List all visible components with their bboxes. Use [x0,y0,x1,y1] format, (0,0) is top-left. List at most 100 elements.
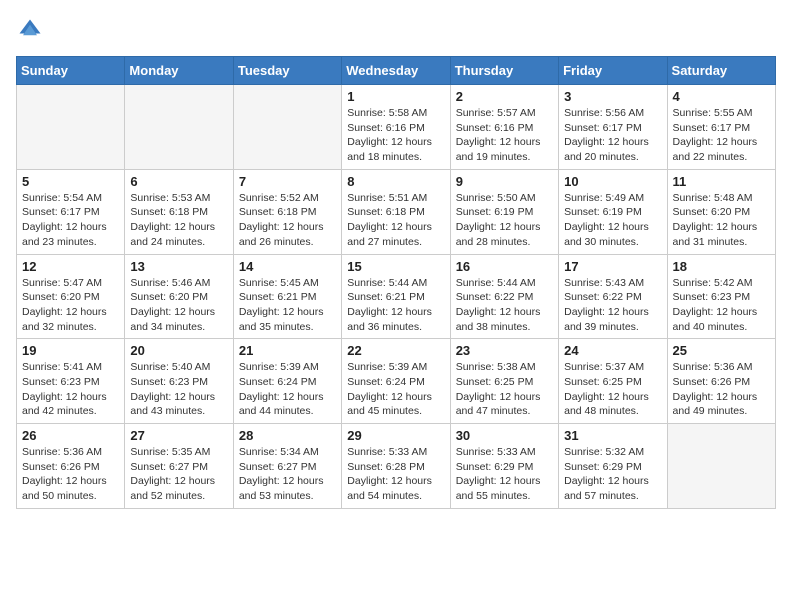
day-info: Sunrise: 5:46 AM Sunset: 6:20 PM Dayligh… [130,276,227,335]
calendar-week-row: 26 Sunrise: 5:36 AM Sunset: 6:26 PM Dayli… [17,424,776,509]
day-number: 9 [456,174,553,189]
day-info: Sunrise: 5:47 AM Sunset: 6:20 PM Dayligh… [22,276,119,335]
calendar-cell: 18Sunrise: 5:42 AM Sunset: 6:23 PM Dayli… [667,254,775,339]
calendar-header-saturday: Saturday [667,57,775,85]
day-info: Sunrise: 5:44 AM Sunset: 6:22 PM Dayligh… [456,276,553,335]
calendar-cell: 24 Sunrise: 5:37 AM Sunset: 6:25 PM Dayli… [559,339,667,424]
day-number: 11 [673,174,770,189]
calendar-header-monday: Monday [125,57,233,85]
day-number: 2 [456,89,553,104]
calendar-week-row: 19 Sunrise: 5:41 AM Sunset: 6:23 PM Dayli… [17,339,776,424]
calendar-week-row: 5 Sunrise: 5:54 AM Sunset: 6:17 PM Daylig… [17,169,776,254]
day-number: 27 [130,428,227,443]
day-number: 26 [22,428,119,443]
calendar-cell: 3 Sunrise: 5:56 AM Sunset: 6:17 PM Daylig… [559,85,667,170]
day-number: 19 [22,343,119,358]
day-info: Sunrise: 5:41 AM Sunset: 6:23 PM Dayligh… [22,360,119,419]
calendar-header-sunday: Sunday [17,57,125,85]
calendar-cell: 10 Sunrise: 5:49 AM Sunset: 6:19 PM Dayli… [559,169,667,254]
calendar-cell: 1Sunrise: 5:58 AM Sunset: 6:16 PM Daylig… [342,85,450,170]
calendar-header-thursday: Thursday [450,57,558,85]
calendar-header-wednesday: Wednesday [342,57,450,85]
calendar-cell: 7 Sunrise: 5:52 AM Sunset: 6:18 PM Daylig… [233,169,341,254]
day-info: Sunrise: 5:52 AM Sunset: 6:18 PM Dayligh… [239,191,336,250]
calendar-cell: 6 Sunrise: 5:53 AM Sunset: 6:18 PM Daylig… [125,169,233,254]
calendar-cell [233,85,341,170]
day-info: Sunrise: 5:48 AM Sunset: 6:20 PM Dayligh… [673,191,770,250]
day-number: 14 [239,259,336,274]
day-info: Sunrise: 5:44 AM Sunset: 6:21 PM Dayligh… [347,276,444,335]
day-info: Sunrise: 5:40 AM Sunset: 6:23 PM Dayligh… [130,360,227,419]
calendar-cell: 30 Sunrise: 5:33 AM Sunset: 6:29 PM Dayli… [450,424,558,509]
calendar-cell: 11 Sunrise: 5:48 AM Sunset: 6:20 PM Dayli… [667,169,775,254]
day-info: Sunrise: 5:32 AM Sunset: 6:29 PM Dayligh… [564,445,661,504]
day-number: 12 [22,259,119,274]
calendar-cell: 2 Sunrise: 5:57 AM Sunset: 6:16 PM Daylig… [450,85,558,170]
day-number: 17 [564,259,661,274]
calendar-cell: 20Sunrise: 5:40 AM Sunset: 6:23 PM Dayli… [125,339,233,424]
calendar-cell: 13 Sunrise: 5:46 AM Sunset: 6:20 PM Dayli… [125,254,233,339]
day-number: 4 [673,89,770,104]
day-number: 1 [347,89,444,104]
calendar-cell [667,424,775,509]
calendar-cell: 25Sunrise: 5:36 AM Sunset: 6:26 PM Dayli… [667,339,775,424]
day-info: Sunrise: 5:54 AM Sunset: 6:17 PM Dayligh… [22,191,119,250]
calendar-cell: 9 Sunrise: 5:50 AM Sunset: 6:19 PM Daylig… [450,169,558,254]
day-number: 6 [130,174,227,189]
calendar-cell: 29 Sunrise: 5:33 AM Sunset: 6:28 PM Dayli… [342,424,450,509]
day-info: Sunrise: 5:56 AM Sunset: 6:17 PM Dayligh… [564,106,661,165]
day-info: Sunrise: 5:51 AM Sunset: 6:18 PM Dayligh… [347,191,444,250]
day-info: Sunrise: 5:33 AM Sunset: 6:28 PM Dayligh… [347,445,444,504]
day-number: 28 [239,428,336,443]
calendar-cell: 21Sunrise: 5:39 AM Sunset: 6:24 PM Dayli… [233,339,341,424]
day-info: Sunrise: 5:36 AM Sunset: 6:26 PM Dayligh… [673,360,770,419]
calendar-cell: 31Sunrise: 5:32 AM Sunset: 6:29 PM Dayli… [559,424,667,509]
day-info: Sunrise: 5:49 AM Sunset: 6:19 PM Dayligh… [564,191,661,250]
day-number: 29 [347,428,444,443]
day-number: 24 [564,343,661,358]
calendar-cell: 16 Sunrise: 5:44 AM Sunset: 6:22 PM Dayli… [450,254,558,339]
page-header [16,16,776,44]
day-number: 15 [347,259,444,274]
calendar-cell: 17 Sunrise: 5:43 AM Sunset: 6:22 PM Dayli… [559,254,667,339]
day-info: Sunrise: 5:34 AM Sunset: 6:27 PM Dayligh… [239,445,336,504]
day-number: 5 [22,174,119,189]
day-info: Sunrise: 5:36 AM Sunset: 6:26 PM Dayligh… [22,445,119,504]
day-info: Sunrise: 5:39 AM Sunset: 6:24 PM Dayligh… [239,360,336,419]
calendar-week-row: 12 Sunrise: 5:47 AM Sunset: 6:20 PM Dayli… [17,254,776,339]
calendar-cell: 26 Sunrise: 5:36 AM Sunset: 6:26 PM Dayli… [17,424,125,509]
day-info: Sunrise: 5:37 AM Sunset: 6:25 PM Dayligh… [564,360,661,419]
calendar-cell: 19 Sunrise: 5:41 AM Sunset: 6:23 PM Dayli… [17,339,125,424]
calendar-cell: 22 Sunrise: 5:39 AM Sunset: 6:24 PM Dayli… [342,339,450,424]
day-number: 22 [347,343,444,358]
calendar-cell: 5 Sunrise: 5:54 AM Sunset: 6:17 PM Daylig… [17,169,125,254]
calendar-cell: 14Sunrise: 5:45 AM Sunset: 6:21 PM Dayli… [233,254,341,339]
calendar-cell [17,85,125,170]
calendar-cell: 8 Sunrise: 5:51 AM Sunset: 6:18 PM Daylig… [342,169,450,254]
calendar-cell: 28 Sunrise: 5:34 AM Sunset: 6:27 PM Dayli… [233,424,341,509]
day-number: 16 [456,259,553,274]
calendar-cell: 27 Sunrise: 5:35 AM Sunset: 6:27 PM Dayli… [125,424,233,509]
calendar-cell: 23 Sunrise: 5:38 AM Sunset: 6:25 PM Dayli… [450,339,558,424]
logo [16,16,48,44]
day-number: 7 [239,174,336,189]
day-info: Sunrise: 5:39 AM Sunset: 6:24 PM Dayligh… [347,360,444,419]
day-info: Sunrise: 5:33 AM Sunset: 6:29 PM Dayligh… [456,445,553,504]
day-info: Sunrise: 5:53 AM Sunset: 6:18 PM Dayligh… [130,191,227,250]
day-info: Sunrise: 5:50 AM Sunset: 6:19 PM Dayligh… [456,191,553,250]
day-number: 23 [456,343,553,358]
day-number: 3 [564,89,661,104]
day-info: Sunrise: 5:57 AM Sunset: 6:16 PM Dayligh… [456,106,553,165]
calendar-table: SundayMondayTuesdayWednesdayThursdayFrid… [16,56,776,509]
day-number: 30 [456,428,553,443]
calendar-cell: 12 Sunrise: 5:47 AM Sunset: 6:20 PM Dayli… [17,254,125,339]
day-info: Sunrise: 5:38 AM Sunset: 6:25 PM Dayligh… [456,360,553,419]
day-info: Sunrise: 5:43 AM Sunset: 6:22 PM Dayligh… [564,276,661,335]
day-info: Sunrise: 5:35 AM Sunset: 6:27 PM Dayligh… [130,445,227,504]
calendar-header-friday: Friday [559,57,667,85]
day-number: 18 [673,259,770,274]
day-number: 8 [347,174,444,189]
day-number: 10 [564,174,661,189]
day-number: 13 [130,259,227,274]
calendar-header-row: SundayMondayTuesdayWednesdayThursdayFrid… [17,57,776,85]
